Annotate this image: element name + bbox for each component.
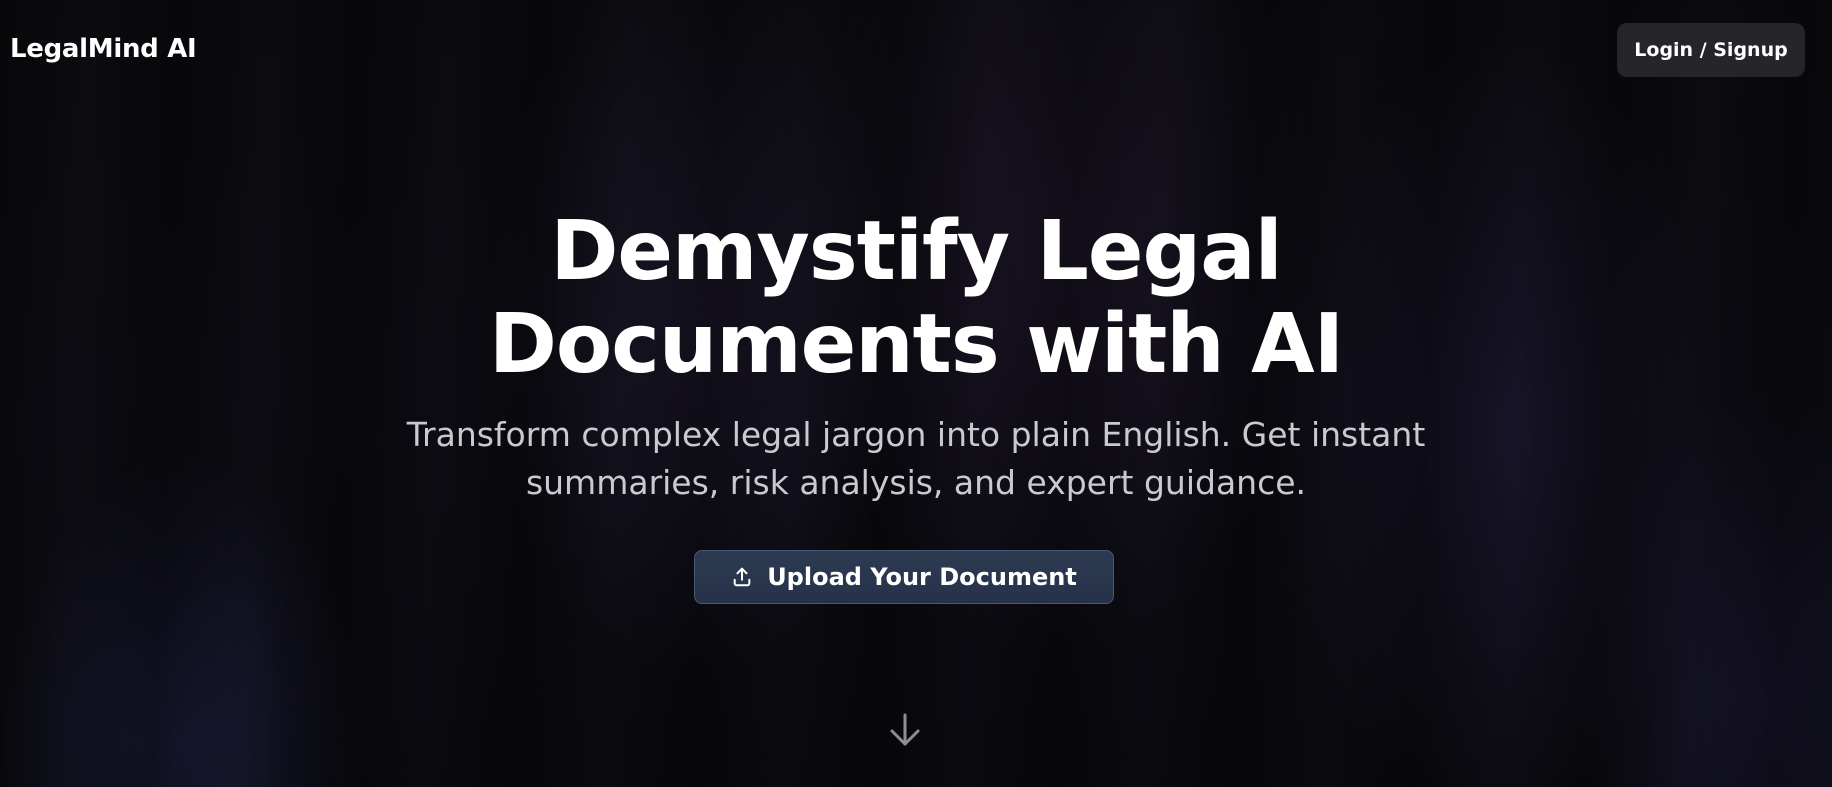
hero-title: Demystify Legal Documents with AI — [416, 205, 1416, 391]
hero-title-line-1: Demystify Legal — [550, 204, 1282, 299]
top-navigation-bar: LegalMind AI Login / Signup — [0, 0, 1832, 100]
hero-section: Demystify Legal Documents with AI Transf… — [0, 205, 1832, 507]
brand-logo[interactable]: LegalMind AI — [10, 34, 197, 64]
hero-subtitle: Transform complex legal jargon into plai… — [386, 411, 1446, 507]
hero-title-line-2: Documents with AI — [488, 297, 1344, 392]
landing-page: LegalMind AI Login / Signup Demystify Le… — [0, 0, 1832, 787]
upload-document-label: Upload Your Document — [767, 563, 1077, 591]
hero-subtitle-line-1: Transform complex legal jargon into plai… — [406, 415, 1426, 454]
upload-icon — [733, 567, 751, 587]
login-signup-button[interactable]: Login / Signup — [1617, 23, 1805, 77]
arrow-down-icon[interactable] — [888, 712, 922, 748]
upload-document-button[interactable]: Upload Your Document — [694, 550, 1114, 604]
hero-subtitle-line-2: summaries, risk analysis, and expert gui… — [525, 463, 1307, 502]
